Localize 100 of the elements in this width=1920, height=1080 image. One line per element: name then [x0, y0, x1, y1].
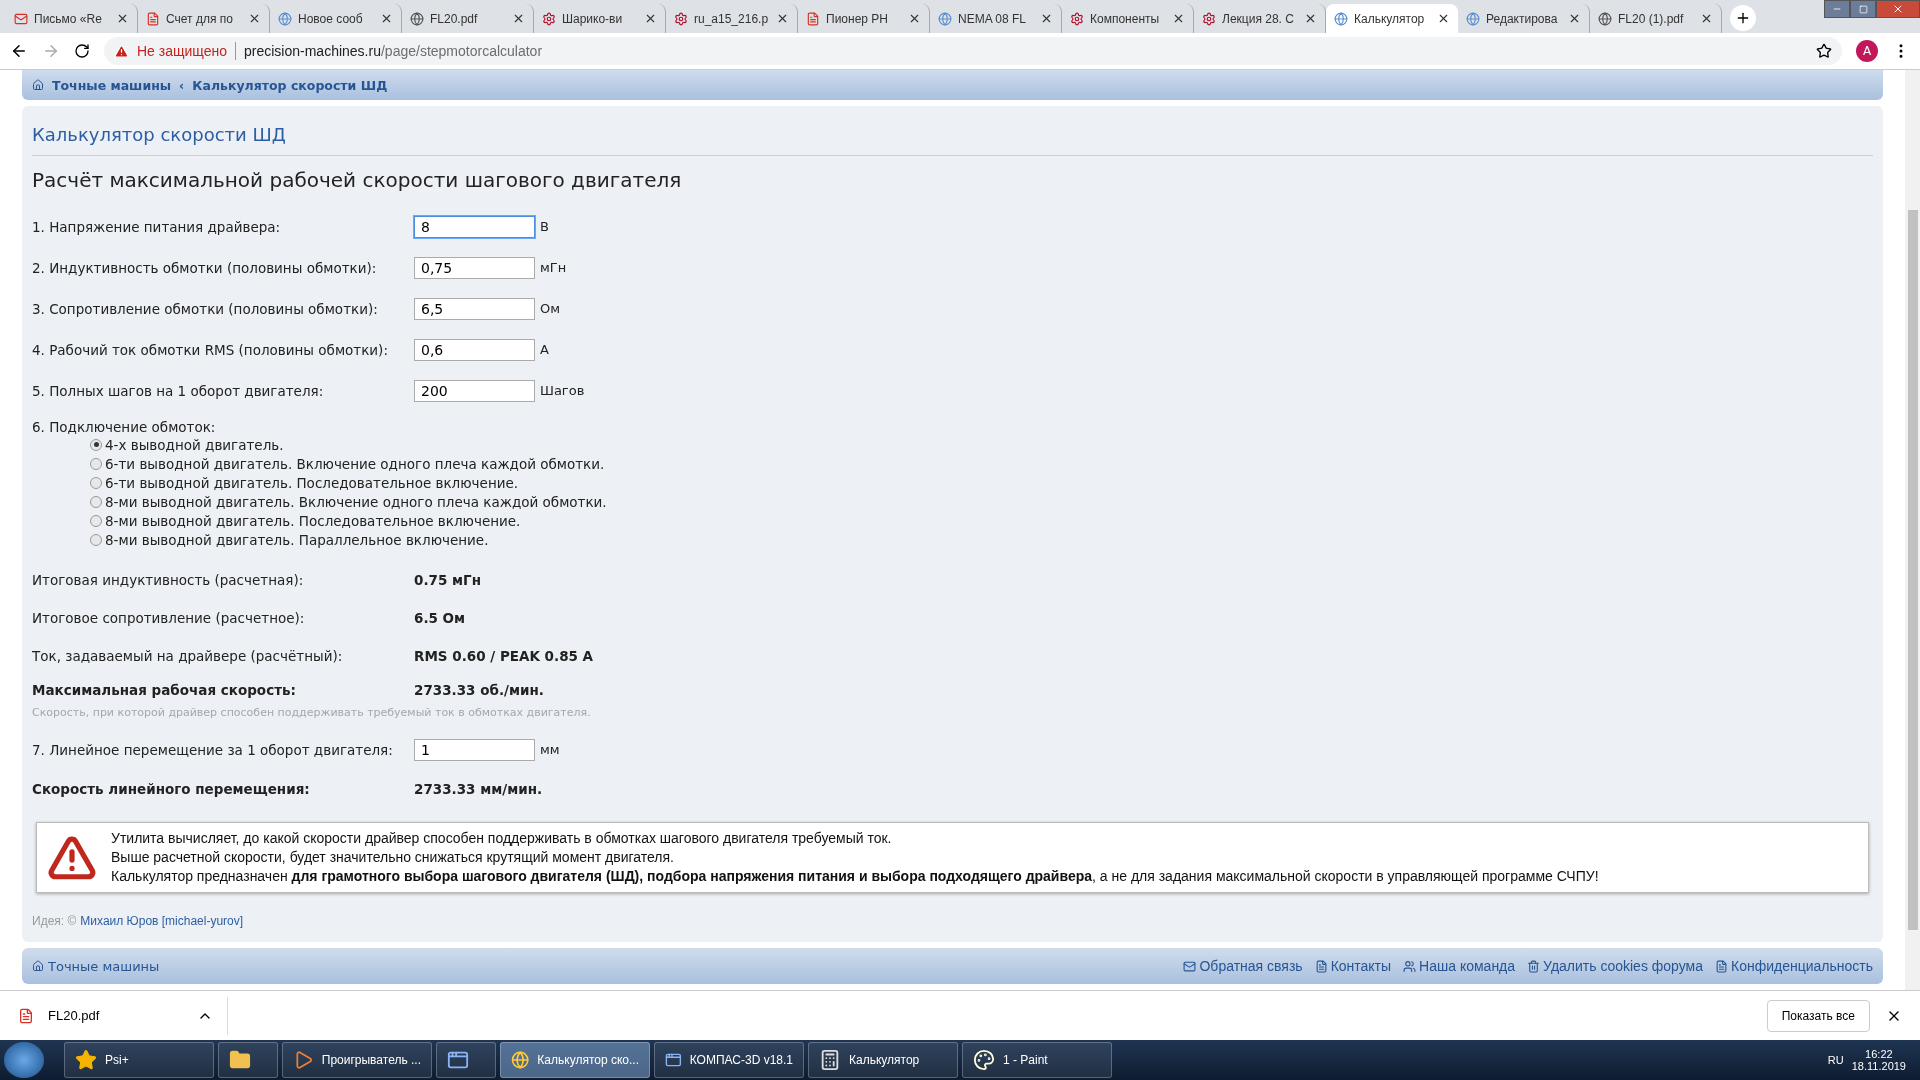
- breadcrumb-link[interactable]: Калькулятор скорости ШД: [192, 77, 388, 93]
- footer-link[interactable]: Удалить cookies форума: [1527, 958, 1703, 974]
- taskbar-button[interactable]: 1 - Paint: [962, 1042, 1112, 1078]
- close-icon[interactable]: [512, 12, 525, 25]
- field-label: 4. Рабочий ток обмотки RMS (половины обмотки):: [32, 341, 389, 358]
- input-field[interactable]: 200: [414, 379, 535, 402]
- reload-icon[interactable]: [74, 43, 90, 59]
- unit-label: мГн: [540, 260, 567, 275]
- profile-avatar[interactable]: A: [1856, 40, 1878, 62]
- input-field[interactable]: 0,75: [414, 256, 535, 279]
- radio-button[interactable]: [90, 457, 102, 470]
- radio-option[interactable]: 4-х выводной двигатель.: [90, 435, 1873, 454]
- radio-option[interactable]: 8-ми выводной двигатель. Последовательное включение.: [90, 511, 1873, 530]
- close-icon[interactable]: [116, 12, 129, 25]
- radio-button[interactable]: [90, 476, 102, 489]
- back-icon[interactable]: [10, 42, 28, 60]
- footer-link[interactable]: Наша команда: [1403, 958, 1516, 974]
- result-value: 2733.33 мм/мин.: [414, 781, 544, 797]
- page-title: Калькулятор скорости ШД: [32, 124, 1873, 156]
- home-icon[interactable]: [32, 79, 44, 91]
- radio-option[interactable]: 8-ми выводной двигатель. Включение одного плеча каждой обмотки.: [90, 492, 1873, 511]
- result-label: Ток, задаваемый на драйвере (расчётный):: [32, 648, 344, 664]
- radio-option[interactable]: 8-ми выводной двигатель. Параллельное включение.: [90, 530, 1873, 549]
- show-all-button[interactable]: Показать все: [1766, 999, 1870, 1032]
- trash-icon: [1527, 959, 1541, 973]
- taskbar-button[interactable]: Калькулятор: [808, 1042, 958, 1078]
- scrollbar-thumb[interactable]: [1907, 210, 1918, 930]
- radio-option[interactable]: 6-ти выводной двигатель. Включение одного плеча каждой обмотки.: [90, 454, 1873, 473]
- home-link[interactable]: Точные машины: [48, 958, 160, 974]
- language-indicator[interactable]: RU: [1827, 1054, 1844, 1066]
- radio-button[interactable]: [90, 438, 102, 451]
- document-icon: [1314, 959, 1328, 973]
- radio-button[interactable]: [90, 495, 102, 508]
- taskbar-button[interactable]: Проигрыватель ...: [282, 1042, 432, 1078]
- close-icon[interactable]: [776, 12, 789, 25]
- folder-icon: [229, 1049, 251, 1071]
- close-icon[interactable]: [908, 12, 921, 25]
- close-icon[interactable]: [1304, 12, 1317, 25]
- field-label: 2. Индуктивность обмотки (половины обмотки):: [32, 259, 378, 276]
- close-icon[interactable]: [1437, 12, 1450, 25]
- field-label: 5. Полных шагов на 1 оборот двигателя:: [32, 382, 325, 399]
- mail-icon: [14, 11, 28, 26]
- input-field[interactable]: 1: [414, 738, 535, 761]
- globe-icon: [410, 11, 424, 26]
- breadcrumb-link[interactable]: Точные машины: [52, 77, 172, 93]
- browser-icon: [511, 1049, 530, 1071]
- result-value: 0.75 мГн: [414, 572, 482, 588]
- warning-text: Выше расчетной скорости, будет значительно снижаться крутящий момент двигателя.: [111, 848, 675, 867]
- clock[interactable]: 16:22 18.11.2019: [1851, 1048, 1906, 1072]
- taskbar-button[interactable]: [436, 1042, 496, 1078]
- result-label: Итоговая индуктивность (расчетная):: [32, 572, 305, 588]
- download-item[interactable]: FL20.pdf: [18, 996, 228, 1035]
- close-icon[interactable]: [1700, 12, 1713, 25]
- address-bar[interactable]: Не защищено precision-machines.ru/page/stepmotorcalculator: [104, 37, 1842, 65]
- browser-tab[interactable]: Калькулятор: [1326, 4, 1458, 33]
- footer-link[interactable]: Контакты: [1314, 958, 1392, 974]
- play-icon: [293, 1049, 314, 1071]
- footer-link[interactable]: Обратная связь: [1183, 958, 1303, 974]
- taskbar-button[interactable]: Psi+: [64, 1042, 214, 1078]
- start-button[interactable]: [4, 1042, 44, 1078]
- warning-text: Утилита вычисляет, до какой скорости драйвер способен поддерживать в обмотках шагового двигателя требуемый ток.: [111, 829, 893, 848]
- author-link[interactable]: Михаил Юров [michael-yurov]: [80, 914, 244, 928]
- document-icon: [146, 11, 160, 26]
- globe-icon: [1598, 11, 1612, 26]
- new-tab-button[interactable]: [1730, 5, 1756, 31]
- hint-text: Скорость, при которой драйвер способен поддерживать требуемый ток в обмотках двигателя.: [32, 706, 592, 719]
- result-label: Максимальная рабочая скорость:: [32, 682, 297, 698]
- document-icon: [1715, 959, 1728, 973]
- radio-button[interactable]: [90, 514, 102, 527]
- result-value: RMS 0.60 / PEAK 0.85 A: [414, 648, 595, 664]
- close-icon[interactable]: [380, 12, 393, 25]
- close-icon[interactable]: [1040, 12, 1053, 25]
- maximize-icon: [1858, 4, 1868, 14]
- document-icon: [806, 11, 820, 26]
- bookmark-star-icon[interactable]: [1816, 43, 1832, 59]
- app-icon: [447, 1049, 469, 1071]
- users-icon: [1403, 959, 1417, 973]
- unit-label: Шагов: [540, 383, 585, 398]
- taskbar-button[interactable]: [218, 1042, 278, 1078]
- result-value: 2733.33 об./мин.: [414, 682, 545, 698]
- radio-option[interactable]: 6-ти выводной двигатель. Последовательное включение.: [90, 473, 1873, 492]
- taskbar-button[interactable]: Калькулятор ско...: [500, 1042, 650, 1078]
- radio-button[interactable]: [90, 533, 102, 546]
- palette-icon: [973, 1049, 995, 1071]
- close-icon[interactable]: [644, 12, 657, 25]
- footer-link[interactable]: Конфиденциальность: [1715, 958, 1873, 974]
- maximize-button[interactable]: [1850, 0, 1876, 18]
- home-icon[interactable]: [32, 960, 44, 972]
- close-icon[interactable]: [1568, 12, 1581, 25]
- star-icon: [75, 1049, 97, 1071]
- result-value: 6.5 Ом: [414, 610, 467, 626]
- input-field[interactable]: 8: [414, 215, 535, 238]
- close-icon[interactable]: [1172, 12, 1185, 25]
- unit-label: Ом: [540, 301, 561, 316]
- input-field[interactable]: 0,6: [414, 338, 535, 361]
- input-field[interactable]: 6,5: [414, 297, 535, 320]
- minimize-button[interactable]: [1824, 0, 1850, 18]
- close-icon[interactable]: [248, 12, 261, 25]
- field-label: 3. Сопротивление обмотки (половины обмотки):: [32, 300, 379, 317]
- taskbar-button[interactable]: КОМПАС-3D v18.1: [654, 1042, 804, 1078]
